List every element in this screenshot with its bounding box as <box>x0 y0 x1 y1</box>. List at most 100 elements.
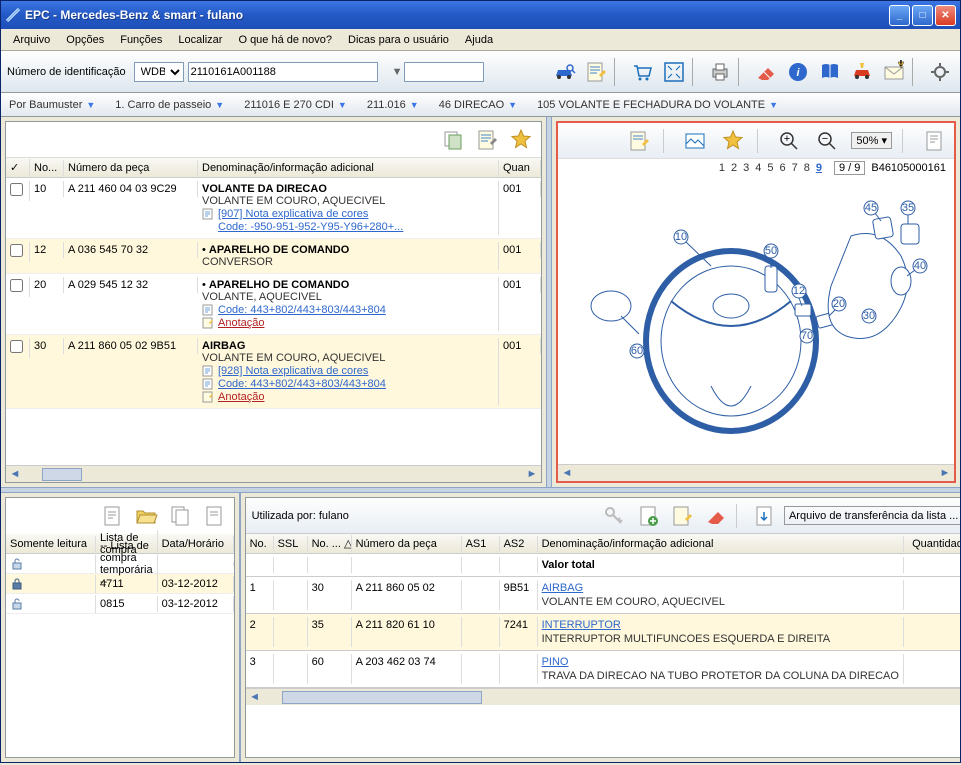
parts-h-scrollbar[interactable]: ◄► <box>6 465 541 482</box>
crumb-variant[interactable]: 211.016▼ <box>367 99 419 111</box>
zoom-in-icon[interactable]: + <box>775 127 803 155</box>
parts-row[interactable]: 10 A 211 460 04 03 9C29 VOLANTE DA DIREC… <box>6 178 541 239</box>
car-alert-icon[interactable] <box>848 58 876 86</box>
notes2-icon[interactable] <box>625 127 653 155</box>
maximize-button[interactable]: □ <box>912 5 933 26</box>
parts-row[interactable]: 12 A 036 545 70 32 • APARELHO DE COMANDO… <box>6 239 541 274</box>
parts-row[interactable]: 30 A 211 860 05 02 9B51 AIRBAGVOLANTE EM… <box>6 335 541 409</box>
star2-icon[interactable] <box>719 127 747 155</box>
page-link[interactable]: 4 <box>755 162 761 174</box>
vertical-splitter[interactable] <box>546 117 552 487</box>
vin-input[interactable] <box>188 62 378 82</box>
crumb-subgroup[interactable]: 105 VOLANTE E FECHADURA DO VOLANTE▼ <box>537 99 778 111</box>
cart-row[interactable]: 235A 211 820 61 107241INTERRUPTORINTERRU… <box>246 614 960 651</box>
delete-item-icon[interactable] <box>702 502 730 530</box>
row-checkbox[interactable] <box>10 340 23 353</box>
notes-icon[interactable] <box>582 58 610 86</box>
cart-h-as1[interactable]: AS1 <box>462 536 500 552</box>
menu-arquivo[interactable]: Arquivo <box>5 32 58 48</box>
row-link[interactable]: Code: 443+802/443+803/443+804 <box>218 304 386 316</box>
header-no[interactable]: No... <box>30 160 64 176</box>
row-checkbox[interactable] <box>10 183 23 196</box>
header-date[interactable]: Data/Horário <box>158 536 234 552</box>
row-link[interactable]: Code: -950-951-952-Y95-Y96+280+... <box>218 221 403 233</box>
page-link[interactable]: 7 <box>792 162 798 174</box>
vertical-splitter-bottom[interactable] <box>239 493 241 762</box>
cart-h-as2[interactable]: AS2 <box>500 536 538 552</box>
cart-h-scrollbar[interactable]: ◄► <box>246 688 960 705</box>
row-checkbox[interactable] <box>10 279 23 292</box>
header-readonly[interactable]: Somente leitura <box>6 536 96 552</box>
list-props-icon[interactable] <box>200 502 228 530</box>
cart-row[interactable]: 360A 203 462 03 74PINOTRAVA DA DIRECAO N… <box>246 651 960 688</box>
crumb-carro[interactable]: 1. Carro de passeio▼ <box>115 99 224 111</box>
shop-list-row[interactable]: 081503-12-2012 <box>6 594 234 614</box>
page-link[interactable]: 5 <box>767 162 773 174</box>
cart-h-ssl[interactable]: SSL <box>274 536 308 552</box>
page-link[interactable]: 6 <box>779 162 785 174</box>
parts-row[interactable]: 20 A 029 545 12 32 • APARELHO DE COMANDO… <box>6 274 541 335</box>
tools-icon[interactable] <box>926 58 954 86</box>
menu-ajuda[interactable]: Ajuda <box>457 32 501 48</box>
row-link[interactable]: Anotação <box>218 391 264 403</box>
shop-list-row[interactable]: 471103-12-2012 <box>6 574 234 594</box>
cart-h-part[interactable]: Número da peça <box>352 536 462 552</box>
mail-alert-icon[interactable]: ! <box>880 58 908 86</box>
cart-h-no[interactable]: No. <box>246 536 274 552</box>
cart-h-den[interactable]: Denominação/informação adicional <box>538 536 904 552</box>
edit-note-icon[interactable] <box>473 126 501 154</box>
diagram-viewer[interactable]: 10 60 50 12 70 20 30 45 35 40 <box>558 177 954 464</box>
header-qty[interactable]: Quan <box>499 160 541 176</box>
page-link[interactable]: 9 <box>816 162 822 174</box>
cart-item-link[interactable]: INTERRUPTOR <box>542 619 621 631</box>
image-icon[interactable] <box>681 127 709 155</box>
print-icon[interactable] <box>706 58 734 86</box>
row-checkbox[interactable] <box>10 244 23 257</box>
menu-funcoes[interactable]: Funções <box>112 32 170 48</box>
cart-row[interactable]: 130A 211 860 05 029B51AIRBAGVOLANTE EM C… <box>246 577 960 614</box>
crumb-baumuster[interactable]: Por Baumuster▼ <box>9 99 95 111</box>
eraser-icon[interactable] <box>752 58 780 86</box>
export-icon[interactable] <box>750 502 778 530</box>
close-button[interactable]: ✕ <box>935 5 956 26</box>
header-denomination[interactable]: Denominação/informação adicional <box>198 160 499 176</box>
key-icon[interactable] <box>600 502 628 530</box>
new-list-icon[interactable] <box>98 502 126 530</box>
search-input[interactable] <box>404 62 484 82</box>
header-check[interactable]: ✓ <box>6 159 30 176</box>
page-link[interactable]: 8 <box>804 162 810 174</box>
car-search-icon[interactable] <box>550 58 578 86</box>
menu-localizar[interactable]: Localizar <box>170 32 230 48</box>
menu-novidades[interactable]: O que há de novo? <box>230 32 340 48</box>
row-link[interactable]: Anotação <box>218 317 264 329</box>
transfer-file-select[interactable]: Arquivo de transferência da lista ...▾ <box>784 506 960 525</box>
crumb-model[interactable]: 211016 E 270 CDI▼ <box>244 99 347 111</box>
cart-icon[interactable] <box>628 58 656 86</box>
page-link[interactable]: 3 <box>743 162 749 174</box>
page-view-icon[interactable] <box>920 127 948 155</box>
book-icon[interactable] <box>816 58 844 86</box>
open-folder-icon[interactable] <box>132 502 160 530</box>
star-icon[interactable] <box>507 126 535 154</box>
cart-item-link[interactable]: AIRBAG <box>542 582 584 594</box>
shop-list-row[interactable]: -- Lista de compra temporária -- <box>6 554 234 574</box>
row-link[interactable]: Code: 443+802/443+803/443+804 <box>218 378 386 390</box>
page-link[interactable]: 1 <box>719 162 725 174</box>
page-link[interactable]: 2 <box>731 162 737 174</box>
copy-selection-icon[interactable] <box>439 126 467 154</box>
copy-list-icon[interactable] <box>166 502 194 530</box>
header-part[interactable]: Número da peça <box>64 160 198 176</box>
row-link[interactable]: [928] Nota explicativa de cores <box>218 365 368 377</box>
cart-h-nox[interactable]: No. ... △ <box>308 535 352 552</box>
menu-dicas[interactable]: Dicas para o usuário <box>340 32 457 48</box>
zoom-out-icon[interactable]: − <box>813 127 841 155</box>
cart-item-link[interactable]: PINO <box>542 656 569 668</box>
crumb-group[interactable]: 46 DIRECAO▼ <box>439 99 517 111</box>
expand-icon[interactable] <box>660 58 688 86</box>
info-icon[interactable]: i <box>784 58 812 86</box>
row-link[interactable]: [907] Nota explicativa de cores <box>218 208 368 220</box>
menu-opcoes[interactable]: Opções <box>58 32 112 48</box>
add-item-icon[interactable] <box>634 502 662 530</box>
zoom-select[interactable]: 50% ▾ <box>851 132 892 149</box>
edit-item-icon[interactable] <box>668 502 696 530</box>
